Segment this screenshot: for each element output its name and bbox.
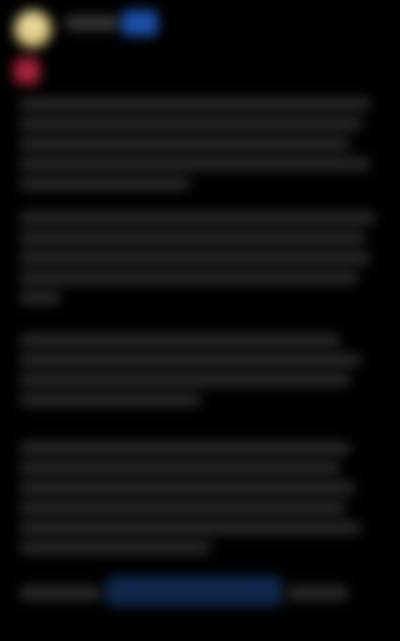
footer-link[interactable] (106, 576, 282, 606)
text-line (20, 212, 375, 224)
text-line (20, 232, 365, 244)
reaction-icon[interactable] (14, 58, 40, 84)
text-line (20, 118, 362, 130)
text-line (20, 334, 340, 346)
footer-text (288, 586, 348, 600)
text-line (20, 98, 370, 110)
text-line (20, 138, 350, 150)
text-line (20, 292, 60, 304)
author-name[interactable] (66, 16, 118, 30)
text-line (20, 522, 360, 534)
text-line (20, 158, 370, 170)
text-line (20, 374, 350, 386)
blurred-post-screen (0, 0, 400, 641)
text-line (20, 252, 370, 264)
text-line (20, 502, 345, 514)
text-line (20, 178, 190, 190)
text-line (20, 542, 210, 554)
user-avatar[interactable] (14, 10, 52, 48)
text-line (20, 462, 340, 474)
footer-label (20, 586, 100, 600)
text-line (20, 442, 350, 454)
text-line (20, 482, 355, 494)
follow-button[interactable] (122, 10, 158, 36)
text-line (20, 394, 200, 406)
text-line (20, 272, 358, 284)
text-line (20, 354, 360, 366)
